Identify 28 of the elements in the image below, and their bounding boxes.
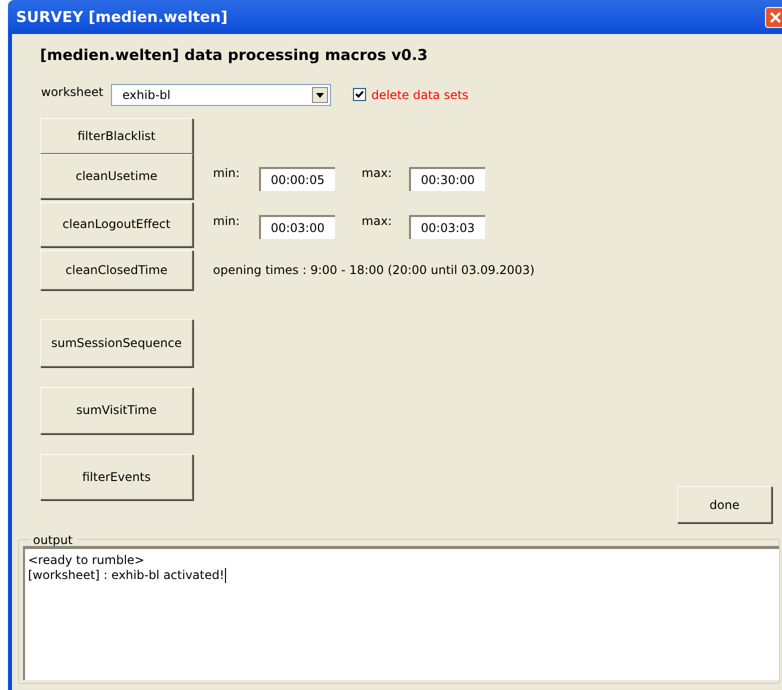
macro-button[interactable]: filterEvents xyxy=(40,454,193,500)
macro-button[interactable]: cleanClosedTime xyxy=(40,250,193,290)
macro-button[interactable]: filterBlacklist xyxy=(40,118,193,154)
macro-button[interactable]: cleanUsetime xyxy=(40,154,193,198)
done-button[interactable]: done xyxy=(677,486,772,523)
max-time-field[interactable]: 00:03:03 xyxy=(408,215,485,239)
dialog-heading: [medien.welten] data processing macros v0.3 xyxy=(40,45,429,66)
output-textarea[interactable]: <ready to rumble> [worksheet] : exhib-bl activated! xyxy=(23,546,779,680)
close-icon xyxy=(769,10,782,24)
window-title: SURVEY [medien.welten] xyxy=(16,6,228,28)
min-time-field[interactable]: 00:00:05 xyxy=(258,167,335,191)
macro-button[interactable]: cleanLogoutEffect xyxy=(40,202,193,246)
max-time-field[interactable]: 00:30:00 xyxy=(408,167,485,191)
worksheet-dropdown[interactable]: exhib-bl xyxy=(111,84,332,106)
output-line: [worksheet] : exhib-bl activated! xyxy=(28,568,226,583)
worksheet-label: worksheet xyxy=(41,84,104,100)
opening-times-note: opening times : 9:00 - 18:00 (20:00 until 03.09.2003) xyxy=(213,262,535,278)
delete-checkbox[interactable] xyxy=(353,88,366,101)
max-label: max: xyxy=(362,213,392,230)
min-time-field[interactable]: 00:03:00 xyxy=(258,215,335,239)
macro-button[interactable]: sumVisitTime xyxy=(40,386,193,434)
close-button[interactable] xyxy=(765,6,782,28)
min-label: min: xyxy=(213,165,240,182)
delete-label: delete data sets xyxy=(371,86,468,104)
macro-button[interactable]: sumSessionSequence xyxy=(40,318,193,366)
min-label: min: xyxy=(213,213,240,230)
max-label: max: xyxy=(362,165,392,182)
output-line: <ready to rumble> xyxy=(28,553,144,568)
